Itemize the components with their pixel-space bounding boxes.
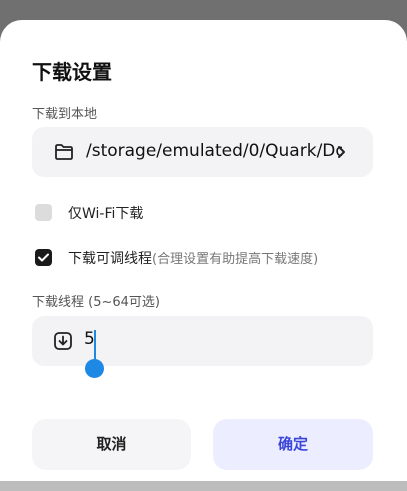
download-path-value: /storage/emulated/0/Quark/Download	[86, 141, 342, 161]
confirm-button[interactable]: 确定	[213, 419, 373, 470]
backdrop	[0, 481, 407, 491]
cancel-button[interactable]: 取消	[32, 419, 191, 470]
thread-count-label: 下载线程 (5~64可选)	[32, 295, 160, 310]
wifi-only-label: 仅Wi-Fi下载	[68, 206, 144, 222]
download-path-label: 下载到本地	[32, 107, 98, 122]
custom-threads-label-text: 下载可调线程	[68, 251, 152, 267]
custom-threads-label: 下载可调线程(合理设置有助提高下载速度)	[68, 248, 318, 268]
text-cursor	[94, 330, 96, 352]
download-path-selector[interactable]: /storage/emulated/0/Quark/Download	[32, 127, 373, 177]
folder-icon	[55, 144, 73, 160]
custom-threads-hint: (合理设置有助提高下载速度)	[152, 252, 319, 267]
download-settings-sheet: 下载设置 下载到本地 /storage/emulated/0/Quark/Dow…	[0, 20, 407, 481]
dialog-title: 下载设置	[32, 60, 112, 84]
thread-count-input[interactable]: 5	[32, 316, 373, 366]
cursor-drag-handle[interactable]	[85, 359, 104, 378]
custom-threads-checkbox[interactable]	[35, 249, 52, 266]
download-icon	[54, 332, 72, 350]
checkmark-icon	[38, 253, 49, 262]
chevron-right-icon	[338, 146, 345, 158]
wifi-only-checkbox[interactable]	[35, 204, 52, 221]
